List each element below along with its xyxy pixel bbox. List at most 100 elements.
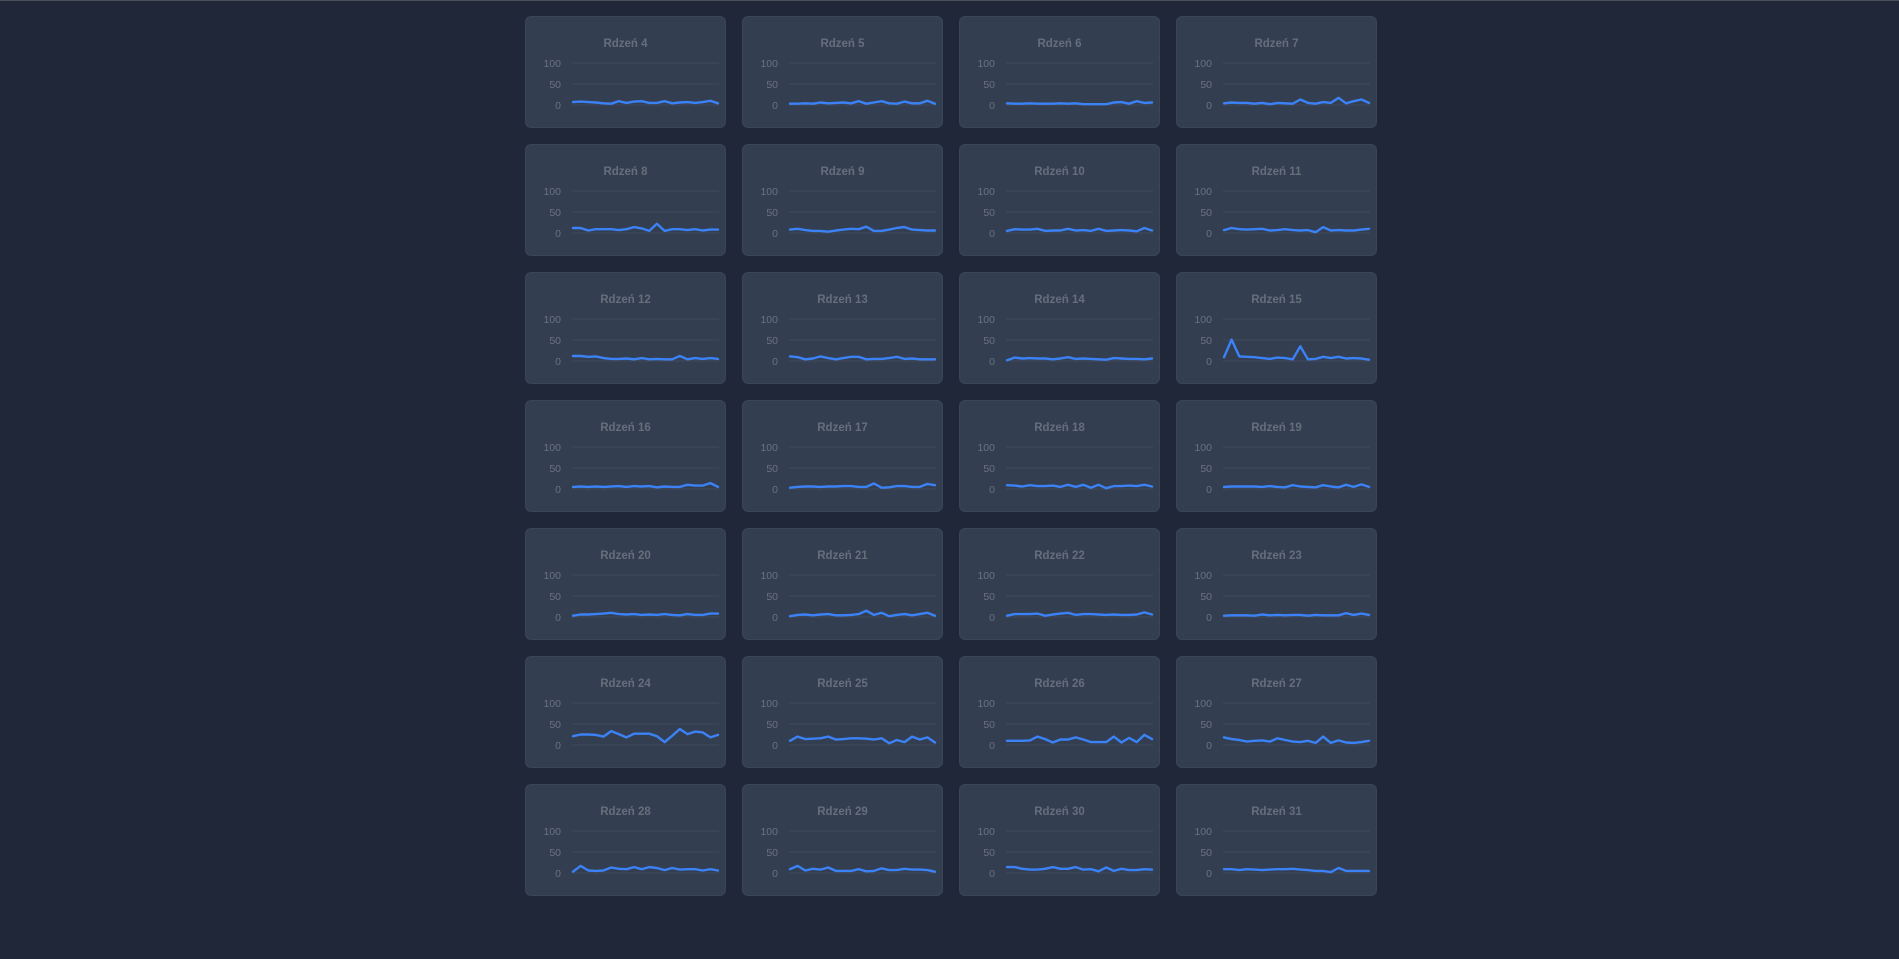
line-chart: 0 50 100 — [977, 186, 1154, 240]
core-chart-card: Rdzeń 14 0 50 100 — [959, 272, 1160, 384]
usage-series-line — [571, 727, 720, 744]
y-tick-label: 50 — [1200, 335, 1212, 347]
y-tick-label: 50 — [1200, 207, 1212, 219]
line-chart: 0 50 100 — [760, 58, 937, 112]
y-tick-label: 100 — [977, 698, 995, 710]
usage-series-line — [788, 735, 937, 745]
y-tick-label: 100 — [760, 698, 778, 710]
y-tick-label: 50 — [549, 79, 561, 91]
y-tick-label: 50 — [1200, 463, 1212, 475]
line-chart: 0 50 100 — [977, 698, 1154, 752]
core-chart-card: Rdzeń 4 0 50 100 — [525, 16, 726, 128]
core-chart-card: Rdzeń 21 0 50 100 — [742, 528, 943, 640]
y-tick-label: 0 — [989, 228, 995, 240]
window-top-border — [0, 0, 1899, 1]
y-tick-label: 100 — [543, 698, 561, 710]
y-tick-label: 50 — [983, 463, 995, 475]
y-tick-label: 50 — [549, 591, 561, 603]
line-chart: 0 50 100 — [543, 570, 720, 624]
y-tick-label: 50 — [1200, 847, 1212, 859]
core-chart-card: Rdzeń 25 0 50 100 — [742, 656, 943, 768]
line-chart: 0 50 100 — [977, 58, 1154, 112]
y-tick-label: 0 — [772, 612, 778, 624]
y-tick-label: 100 — [1194, 826, 1212, 838]
y-tick-label: 50 — [766, 335, 778, 347]
core-chart-card: Rdzeń 22 0 50 100 — [959, 528, 1160, 640]
core-chart-card: Rdzeń 30 0 50 100 — [959, 784, 1160, 896]
core-chart-card: Rdzeń 11 0 50 100 — [1176, 144, 1377, 256]
y-tick-label: 0 — [772, 228, 778, 240]
usage-series-line — [1005, 733, 1154, 744]
y-tick-label: 50 — [983, 207, 995, 219]
usage-series-line — [1005, 483, 1154, 490]
usage-series-line — [1005, 611, 1154, 617]
line-chart: 0 50 100 — [1194, 570, 1371, 624]
usage-series-line — [1222, 338, 1371, 361]
y-tick-label: 50 — [549, 463, 561, 475]
usage-series-line — [788, 864, 937, 873]
y-tick-label: 50 — [766, 847, 778, 859]
y-tick-label: 50 — [549, 847, 561, 859]
usage-series-line — [1222, 735, 1371, 745]
core-chart-card: Rdzeń 24 0 50 100 — [525, 656, 726, 768]
line-chart: 0 50 100 — [760, 442, 937, 496]
usage-series-line — [1005, 226, 1154, 233]
y-tick-label: 100 — [977, 314, 995, 326]
y-tick-label: 50 — [766, 591, 778, 603]
y-tick-label: 100 — [1194, 698, 1212, 710]
y-tick-label: 50 — [766, 79, 778, 91]
line-chart: 0 50 100 — [977, 826, 1154, 880]
core-chart-card: Rdzeń 17 0 50 100 — [742, 400, 943, 512]
y-tick-label: 50 — [983, 719, 995, 731]
usage-series-line — [571, 864, 720, 873]
line-chart: 0 50 100 — [543, 698, 720, 752]
usage-series-line — [1222, 866, 1371, 874]
y-tick-label: 0 — [555, 612, 561, 624]
y-tick-label: 100 — [977, 186, 995, 198]
line-chart: 0 50 100 — [760, 698, 937, 752]
core-chart-card: Rdzeń 6 0 50 100 — [959, 16, 1160, 128]
usage-series-line — [788, 355, 937, 361]
y-tick-label: 100 — [977, 570, 995, 582]
line-chart: 0 50 100 — [977, 314, 1154, 368]
usage-series-line — [1222, 483, 1371, 489]
y-tick-label: 50 — [1200, 591, 1212, 603]
core-chart-card: Rdzeń 7 0 50 100 — [1176, 16, 1377, 128]
core-chart-card: Rdzeń 27 0 50 100 — [1176, 656, 1377, 768]
y-tick-label: 0 — [989, 100, 995, 112]
usage-series-line — [1005, 865, 1154, 873]
y-tick-label: 100 — [977, 442, 995, 454]
usage-series-line — [1222, 225, 1371, 234]
y-tick-label: 100 — [760, 570, 778, 582]
usage-series-line — [788, 482, 937, 489]
y-tick-label: 0 — [1206, 740, 1212, 752]
line-chart: 0 50 100 — [760, 186, 937, 240]
y-tick-label: 0 — [989, 740, 995, 752]
y-tick-label: 0 — [555, 484, 561, 496]
line-chart: 0 50 100 — [1194, 826, 1371, 880]
y-tick-label: 100 — [543, 186, 561, 198]
y-tick-label: 50 — [983, 847, 995, 859]
core-chart-card: Rdzeń 15 0 50 100 — [1176, 272, 1377, 384]
core-chart-card: Rdzeń 20 0 50 100 — [525, 528, 726, 640]
y-tick-label: 0 — [1206, 100, 1212, 112]
y-tick-label: 0 — [555, 100, 561, 112]
y-tick-label: 0 — [1206, 228, 1212, 240]
line-chart: 0 50 100 — [1194, 314, 1371, 368]
y-tick-label: 50 — [766, 719, 778, 731]
line-chart: 0 50 100 — [760, 826, 937, 880]
core-chart-card: Rdzeń 28 0 50 100 — [525, 784, 726, 896]
y-tick-label: 100 — [543, 826, 561, 838]
y-tick-label: 0 — [989, 868, 995, 880]
usage-series-line — [788, 99, 937, 105]
line-chart: 0 50 100 — [760, 314, 937, 368]
y-tick-label: 0 — [772, 356, 778, 368]
y-tick-label: 0 — [772, 484, 778, 496]
y-tick-label: 100 — [1194, 58, 1212, 70]
usage-series-line — [571, 611, 720, 617]
y-tick-label: 100 — [760, 826, 778, 838]
core-chart-card: Rdzeń 26 0 50 100 — [959, 656, 1160, 768]
usage-series-line — [571, 222, 720, 233]
y-tick-label: 0 — [1206, 868, 1212, 880]
usage-series-line — [571, 354, 720, 361]
